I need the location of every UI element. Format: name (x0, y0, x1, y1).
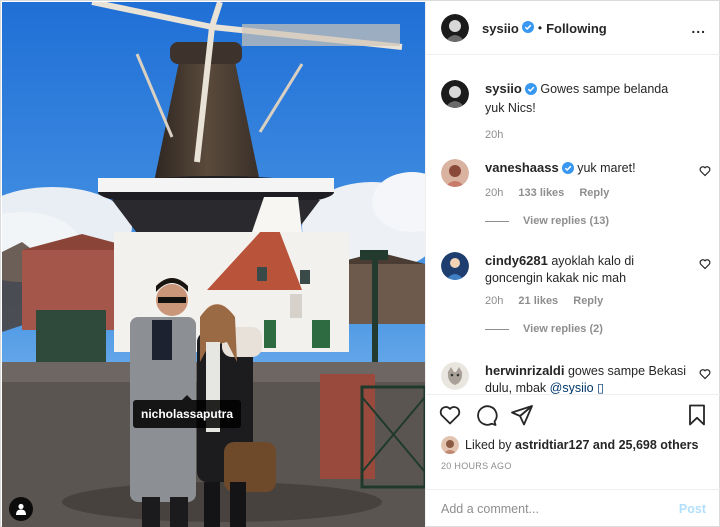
separator-dot: • (537, 21, 543, 35)
view-replies-button[interactable]: View replies (13) (485, 215, 711, 227)
replies-line (485, 328, 509, 330)
post-header: sysiio • Following ... (426, 2, 720, 55)
verified-badge-icon (561, 162, 574, 179)
comment-bubble-icon[interactable] (474, 403, 498, 427)
comments-list[interactable]: sysiio Gowes sampe belanda yuk Nics! 20h… (426, 68, 720, 394)
instagram-post-window: nicholassaputra sysiio • Following ... s… (0, 0, 720, 527)
commenter-username[interactable]: cindy6281 (485, 253, 548, 268)
comment-item: herwinrizaldi gowes sampe Bekasi dulu, m… (441, 362, 711, 394)
commenter-avatar[interactable] (441, 362, 469, 390)
reply-button[interactable]: Reply (573, 295, 603, 307)
comment-text: yuk maret! (577, 161, 636, 175)
commenter-avatar[interactable] (441, 252, 469, 280)
comment-item: cindy6281 ayoklah kalo di goncengin kaka… (441, 252, 711, 335)
like-heart-icon[interactable] (438, 403, 462, 427)
author-username[interactable]: sysiio (482, 21, 519, 36)
comment-mention-link[interactable]: @sysiio (550, 381, 594, 394)
tagged-users-button[interactable] (9, 497, 33, 521)
commenter-avatar[interactable] (441, 159, 469, 187)
reply-button[interactable]: Reply (579, 187, 609, 199)
like-comment-heart-icon[interactable] (699, 368, 711, 380)
liked-by-row: Liked by astridtiar127 and 25,698 others (426, 435, 720, 455)
comment-time: 20h (485, 187, 504, 199)
verified-badge-icon (521, 20, 534, 36)
liked-by-prefix: Liked by (465, 438, 512, 452)
caption-time: 20h (485, 129, 504, 141)
post-details-panel: sysiio • Following ... sysiio Gowes samp… (425, 2, 720, 527)
save-bookmark-icon[interactable] (685, 403, 709, 427)
commenter-username[interactable]: vaneshaass (485, 160, 559, 175)
more-options-button[interactable]: ... (691, 20, 706, 36)
action-icons-row (426, 395, 720, 435)
verified-badge-icon (524, 83, 537, 100)
post-actions: Liked by astridtiar127 and 25,698 others… (426, 394, 720, 516)
comment-likes[interactable]: 21 likes (518, 295, 558, 307)
liked-by-user[interactable]: astridtiar127 (515, 438, 589, 452)
view-replies-label: View replies (2) (523, 323, 603, 335)
liked-by-others[interactable]: and 25,698 others (593, 438, 699, 452)
photo-user-tag[interactable]: nicholassaputra (133, 395, 242, 428)
commenter-username[interactable]: herwinrizaldi (485, 363, 564, 378)
following-button[interactable]: Following (546, 21, 607, 36)
share-paper-plane-icon[interactable] (510, 403, 534, 427)
comment-time: 20h (485, 295, 504, 307)
author-avatar[interactable] (441, 14, 469, 42)
view-replies-button[interactable]: View replies (2) (485, 323, 711, 335)
like-comment-heart-icon[interactable] (699, 165, 711, 177)
liker-avatar[interactable] (441, 436, 459, 454)
add-comment-input[interactable] (441, 501, 679, 516)
post-timestamp[interactable]: 20 HOURS AGO (426, 455, 720, 471)
comment-emoji: ▯ (597, 381, 604, 394)
post-photo[interactable]: nicholassaputra (2, 2, 425, 527)
comment-item: vaneshaass yuk maret! 20h 133 likes Repl… (441, 159, 711, 227)
post-comment-button[interactable]: Post (679, 502, 706, 516)
windmill-photo-illustration (2, 2, 425, 527)
caption: sysiio Gowes sampe belanda yuk Nics! 20h (441, 80, 711, 141)
like-comment-heart-icon[interactable] (699, 258, 711, 270)
replies-line (485, 220, 509, 222)
view-replies-label: View replies (13) (523, 215, 610, 227)
person-icon (16, 503, 26, 515)
caption-username[interactable]: sysiio (485, 81, 522, 96)
author-avatar[interactable] (441, 80, 469, 108)
comment-likes[interactable]: 133 likes (518, 187, 564, 199)
add-comment-bar: Post (426, 489, 720, 527)
